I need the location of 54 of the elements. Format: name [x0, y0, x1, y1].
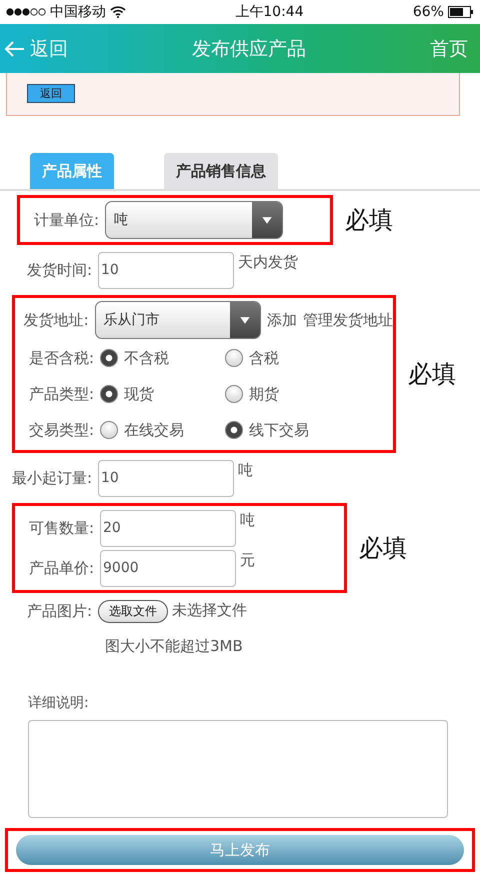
input-field[interactable]: 20 — [100, 510, 236, 547]
dropdown[interactable]: 吨 — [105, 201, 283, 240]
radio-option[interactable]: 不含税 — [100, 348, 225, 368]
radio-icon[interactable] — [225, 385, 243, 404]
input-field[interactable]: 10 — [98, 252, 234, 289]
field-label: 产品单价: — [28, 558, 95, 578]
unit-label: 天内发货 — [237, 252, 299, 274]
radio-icon[interactable] — [100, 385, 118, 404]
radio-icon[interactable] — [100, 421, 118, 440]
carrier-name: 中国移动 — [50, 3, 106, 22]
caret-icon — [252, 202, 282, 238]
radio-icon[interactable] — [100, 349, 118, 368]
unit-label: 吨 — [239, 510, 256, 532]
field-label: 可售数量: — [28, 518, 95, 538]
field-label: 最小起订量: — [10, 468, 93, 488]
signal-icon — [6, 7, 46, 18]
radio-option[interactable]: 期货 — [225, 384, 350, 404]
field-label: 计量单位: — [32, 210, 100, 230]
details-label: 详细说明: — [28, 694, 90, 712]
tab[interactable]: 产品销售信息 — [164, 153, 278, 190]
battery-icon — [448, 6, 474, 18]
field-label: 是否含税: — [28, 348, 95, 368]
radio-option[interactable]: 含税 — [225, 348, 350, 368]
page-title: 发布供应产品 — [192, 36, 306, 62]
unit-label: 元 — [239, 550, 256, 572]
input-field[interactable]: 9000 — [100, 550, 236, 587]
choose-file-button[interactable]: 选取文件 — [98, 600, 168, 623]
required-note: 必填 — [345, 205, 393, 236]
field-label: 产品类型: — [28, 384, 95, 404]
clock-time: 上午10:44 — [235, 3, 304, 22]
unit-label: 吨 — [237, 460, 254, 482]
field-label: 发货地址: — [22, 310, 90, 330]
field-label: 交易类型: — [28, 420, 95, 440]
address-link[interactable]: 添加 — [267, 310, 297, 330]
required-note: 必填 — [359, 533, 407, 564]
battery-percent: 66% — [412, 4, 444, 20]
radio-icon[interactable] — [225, 421, 243, 440]
radio-icon[interactable] — [225, 349, 243, 368]
field-label: 产品图片: — [26, 602, 93, 621]
back-arrow-icon — [4, 40, 26, 58]
dropdown[interactable]: 乐从门市 — [94, 301, 261, 340]
field-label: 发货时间: — [26, 260, 93, 280]
wifi-icon — [110, 6, 126, 18]
file-status: 未选择文件 — [171, 600, 248, 622]
address-link[interactable]: 管理发货地址 — [303, 310, 393, 330]
radio-option[interactable]: 在线交易 — [100, 420, 225, 440]
radio-option[interactable]: 线下交易 — [225, 420, 350, 440]
details-field[interactable] — [28, 720, 448, 818]
radio-option[interactable]: 现货 — [100, 384, 225, 404]
input-field[interactable]: 10 — [98, 460, 234, 497]
required-note: 必填 — [408, 359, 456, 390]
size-hint: 图大小不能超过3MB — [105, 636, 244, 658]
caret-icon — [230, 302, 260, 338]
return-button[interactable]: 返回 — [27, 84, 75, 104]
